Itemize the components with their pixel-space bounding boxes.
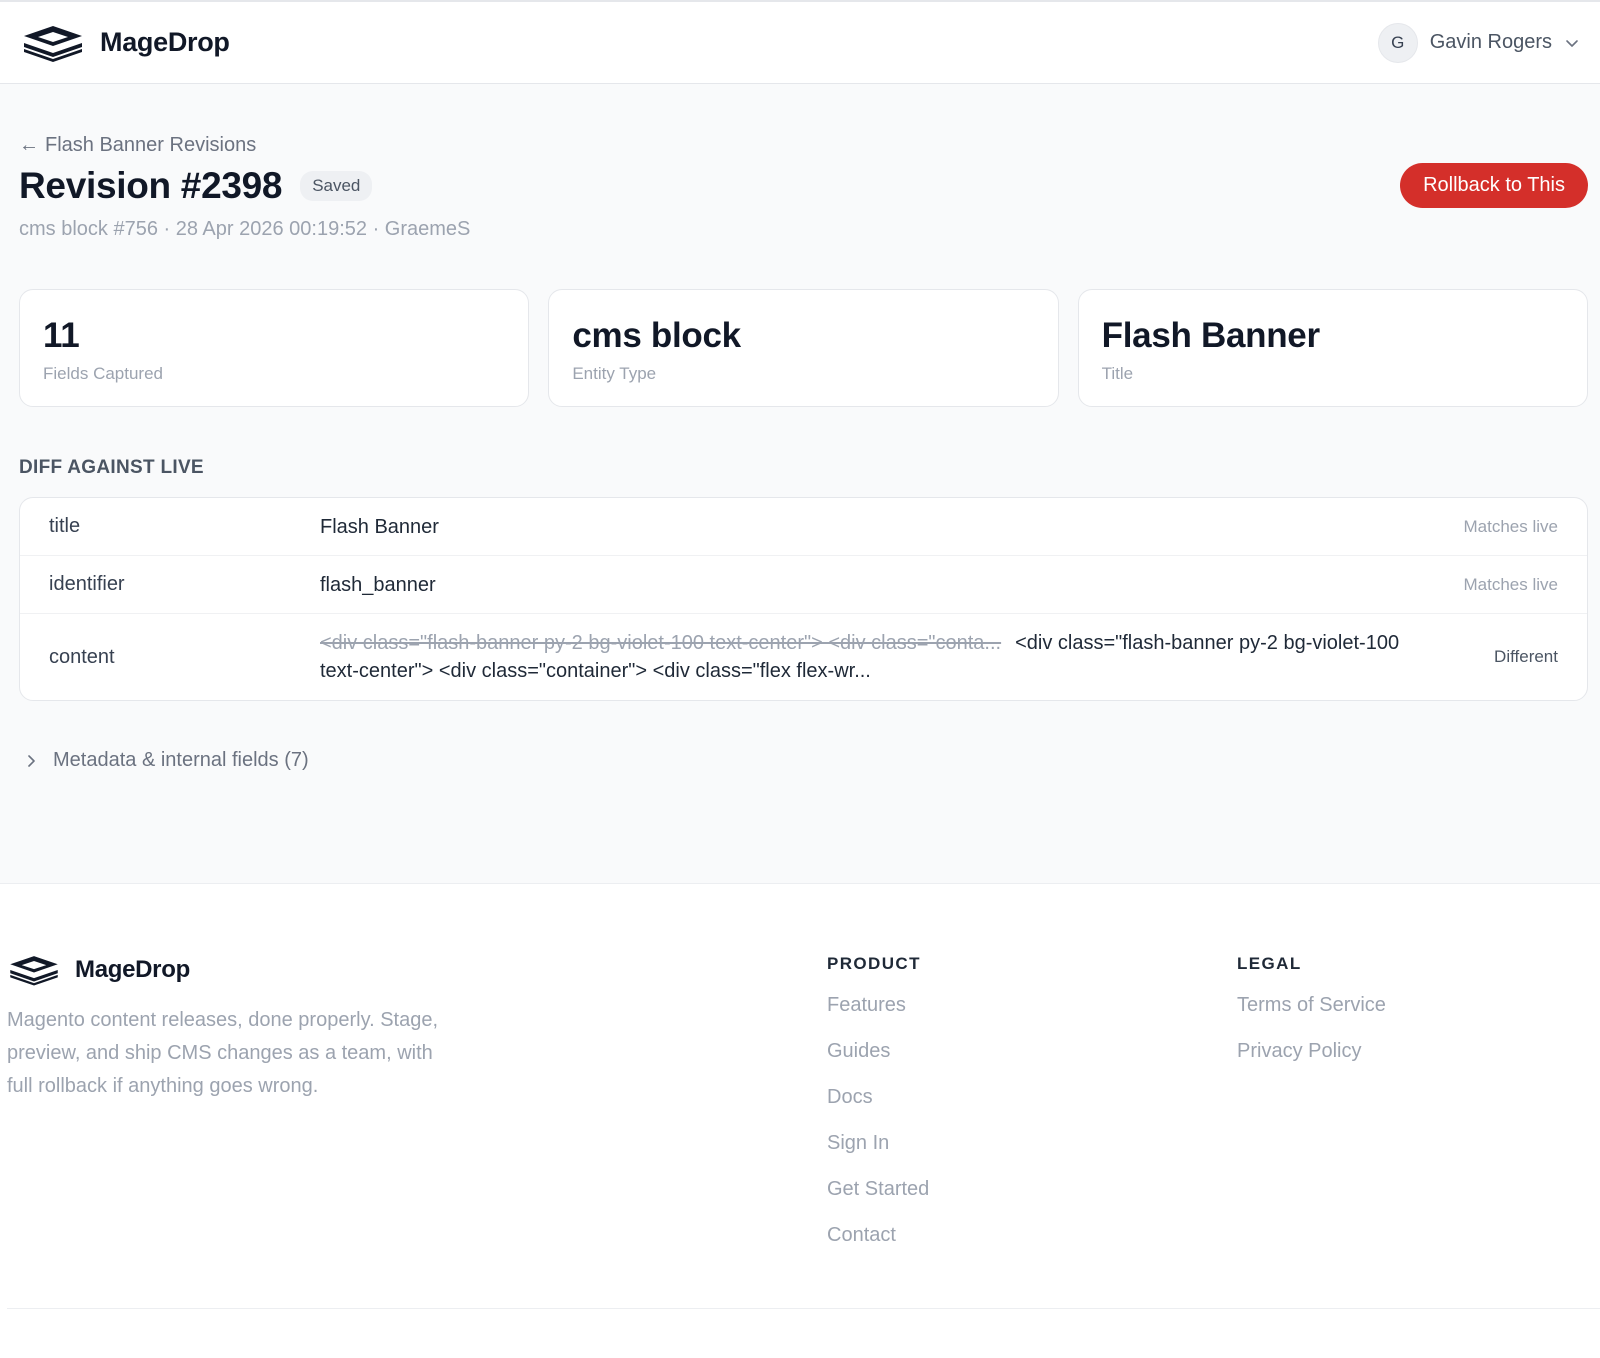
status-badge: Saved xyxy=(300,170,373,201)
stat-card-fields: 11 Fields Captured xyxy=(19,289,530,407)
list-item: Contact xyxy=(827,1224,929,1270)
rollback-button[interactable]: Rollback to This xyxy=(1400,163,1588,208)
list-item: Terms of Service xyxy=(1237,994,1386,1040)
chevron-down-icon xyxy=(1566,39,1578,47)
diff-field-value: Flash Banner xyxy=(320,515,439,538)
diff-row-title: title Flash Banner Matches live xyxy=(20,498,1587,556)
footer-link-guides[interactable]: Guides xyxy=(827,1040,890,1062)
layers-logo-icon xyxy=(10,956,58,986)
main-content: ← Flash Banner Revisions Revision #2398 … xyxy=(0,84,1600,884)
diff-section-title: DIFF AGAINST LIVE xyxy=(19,457,204,478)
diff-status: Matches live xyxy=(1463,516,1558,536)
footer-link-docs[interactable]: Docs xyxy=(827,1086,873,1108)
diff-row-identifier: identifier flash_banner Matches live xyxy=(20,556,1587,614)
page-title: Revision #2398 xyxy=(19,164,283,206)
site-footer: MageDrop Magento content releases, done … xyxy=(0,884,1600,1356)
footer-link-contact[interactable]: Contact xyxy=(827,1224,896,1246)
diff-field-value: <div class="flash-banner py-2 bg-violet-… xyxy=(320,629,1438,685)
footer-link-terms[interactable]: Terms of Service xyxy=(1237,994,1386,1016)
stat-card-title: Flash Banner Title xyxy=(1077,289,1588,407)
breadcrumb-back-link[interactable]: ← Flash Banner Revisions xyxy=(19,134,256,157)
arrow-left-icon: ← xyxy=(19,134,39,156)
brand-link[interactable]: MageDrop xyxy=(20,24,230,62)
footer-legal-column: LEGAL Terms of Service Privacy Policy xyxy=(1237,954,1386,1086)
top-navigation: MageDrop G Gavin Rogers xyxy=(0,0,1600,84)
revision-subtitle: cms block #756 · 28 Apr 2026 00:19:52 · … xyxy=(19,218,471,240)
layers-logo-icon xyxy=(24,25,82,62)
metadata-label: Metadata & internal fields (7) xyxy=(53,749,309,771)
footer-brand-name: MageDrop xyxy=(75,956,190,983)
stat-label: Entity Type xyxy=(572,364,657,383)
footer-brand-link[interactable]: MageDrop xyxy=(7,954,190,986)
diff-row-content: content <div class="flash-banner py-2 bg… xyxy=(20,614,1587,700)
diff-field-name: title xyxy=(49,515,81,537)
stat-label: Title xyxy=(1101,364,1134,383)
stats-cards: 11 Fields Captured cms block Entity Type… xyxy=(19,289,1588,407)
title-group: Revision #2398 Saved xyxy=(19,164,373,207)
diff-status: Different xyxy=(1494,647,1558,666)
stat-card-entity-type: cms block Entity Type xyxy=(548,289,1059,407)
footer-link-get-started[interactable]: Get Started xyxy=(827,1178,929,1200)
footer-column-title: LEGAL xyxy=(1237,954,1302,973)
footer-column-title: PRODUCT xyxy=(827,954,921,973)
diff-table: title Flash Banner Matches live identifi… xyxy=(19,497,1588,701)
list-item: Guides xyxy=(827,1040,929,1086)
list-item: Privacy Policy xyxy=(1237,1040,1386,1086)
footer-link-features[interactable]: Features xyxy=(827,994,906,1016)
user-name: Gavin Rogers xyxy=(1429,31,1552,53)
user-menu[interactable]: G Gavin Rogers xyxy=(1377,22,1580,63)
avatar: G xyxy=(1377,22,1418,63)
footer-link-sign-in[interactable]: Sign In xyxy=(827,1132,889,1154)
metadata-toggle[interactable]: Metadata & internal fields (7) xyxy=(19,749,1588,772)
footer-link-privacy[interactable]: Privacy Policy xyxy=(1237,1040,1361,1062)
footer-product-column: PRODUCT Features Guides Docs Sign In Get… xyxy=(827,954,929,1270)
footer-description: Magento content releases, done properly.… xyxy=(7,1009,439,1097)
chevron-right-icon xyxy=(28,754,35,767)
diff-field-name: content xyxy=(49,645,115,668)
title-row: Revision #2398 Saved Rollback to This xyxy=(19,163,1588,208)
diff-status: Matches live xyxy=(1463,574,1558,594)
breadcrumb-label: Flash Banner Revisions xyxy=(45,134,257,156)
diff-field-name: identifier xyxy=(49,573,125,595)
footer-product-links: Features Guides Docs Sign In Get Started… xyxy=(827,994,929,1270)
stat-value: 11 xyxy=(43,316,80,355)
footer-divider xyxy=(7,1308,1600,1309)
diff-old-value: <div class="flash-banner py-2 bg-violet-… xyxy=(320,632,1002,654)
brand-name: MageDrop xyxy=(100,27,230,57)
list-item: Sign In xyxy=(827,1132,929,1178)
list-item: Docs xyxy=(827,1086,929,1132)
stat-label: Fields Captured xyxy=(43,364,164,383)
stat-value: cms block xyxy=(572,316,741,355)
list-item: Get Started xyxy=(827,1178,929,1224)
list-item: Features xyxy=(827,994,929,1040)
footer-legal-links: Terms of Service Privacy Policy xyxy=(1237,994,1386,1086)
stat-value: Flash Banner xyxy=(1101,316,1320,355)
diff-field-value: flash_banner xyxy=(320,573,436,596)
